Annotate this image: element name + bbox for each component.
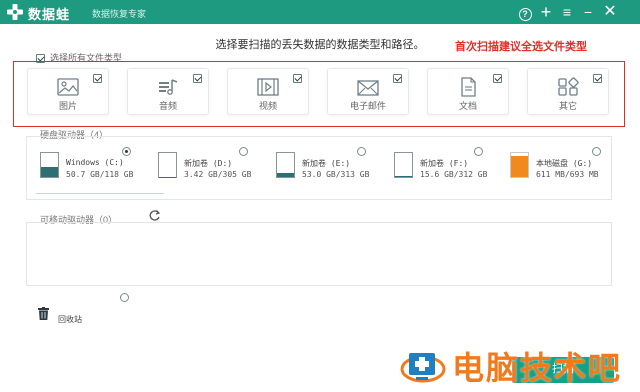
drive-icon xyxy=(276,152,295,178)
drive-size: 50.7 GB/118 GB xyxy=(66,170,134,179)
file-type-label: 图片 xyxy=(58,101,77,111)
audio-icon xyxy=(159,79,178,95)
email-icon xyxy=(357,80,379,96)
drive-c[interactable]: Windows (C:) 50.7 GB/118 GB xyxy=(30,148,164,194)
file-type-checkbox[interactable] xyxy=(93,74,102,83)
drive-usage-fill xyxy=(41,166,58,177)
recycle-bin-radio[interactable] xyxy=(120,293,129,302)
drive-name: 新加卷 (E:) xyxy=(302,159,351,168)
file-type-checkbox[interactable] xyxy=(493,74,502,83)
drive-icon xyxy=(394,152,413,178)
file-type-label: 其它 xyxy=(558,101,577,111)
plus-button[interactable]: + xyxy=(536,2,556,22)
drive-f[interactable]: 新加卷 (F:) 15.6 GB/312 GB xyxy=(384,148,504,190)
file-type-checkbox[interactable] xyxy=(393,74,402,83)
trash-icon[interactable] xyxy=(38,307,49,320)
drive-icon xyxy=(510,152,529,178)
video-icon xyxy=(257,78,279,96)
file-type-email[interactable]: 电子邮件 xyxy=(327,68,409,115)
help-icon: ? xyxy=(518,8,532,21)
help-button[interactable]: ? xyxy=(515,2,535,22)
file-type-other[interactable]: 其它 xyxy=(527,68,609,115)
file-type-document[interactable]: 文档 xyxy=(427,68,509,115)
app-logo-icon xyxy=(7,4,23,20)
removable-drives-panel xyxy=(26,222,612,286)
drive-e-radio[interactable] xyxy=(357,147,366,156)
app-name: 数据蛙 xyxy=(28,7,71,22)
drive-icon xyxy=(158,152,177,178)
drive-d-radio[interactable] xyxy=(239,147,248,156)
app-subtitle: 数据恢复专家 xyxy=(92,9,147,19)
file-type-label: 电子邮件 xyxy=(349,101,386,111)
drive-g-radio[interactable] xyxy=(592,147,601,156)
drive-usage-fill xyxy=(395,175,412,177)
recycle-bin-label: 回收站 xyxy=(58,315,82,324)
drive-name: Windows (C:) xyxy=(66,158,124,167)
watermark-text: 电脑技术吧 xyxy=(452,350,623,386)
drive-usage-fill xyxy=(511,155,528,177)
drive-f-radio[interactable] xyxy=(474,147,483,156)
menu-button[interactable]: ≡ xyxy=(557,2,577,22)
title-bar: 数据蛙 数据恢复专家 ? + ≡ − ✕ xyxy=(0,0,640,24)
minimize-button[interactable]: − xyxy=(578,2,598,22)
file-type-label: 文档 xyxy=(458,101,477,111)
file-type-checkbox[interactable] xyxy=(593,74,602,83)
refresh-icon[interactable] xyxy=(148,209,161,222)
drive-usage-fill xyxy=(277,172,294,177)
drive-icon xyxy=(40,152,59,178)
drive-size: 15.6 GB/312 GB xyxy=(420,170,488,179)
drive-d[interactable]: 新加卷 (D:) 3.42 GB/305 GB xyxy=(148,148,268,190)
drive-g[interactable]: 本地磁盘 (G:) 611 MB/693 MB xyxy=(500,148,620,190)
drive-size: 611 MB/693 MB xyxy=(536,170,599,179)
drive-name: 新加卷 (D:) xyxy=(184,159,233,168)
drive-name: 本地磁盘 (G:) xyxy=(536,159,593,168)
file-type-label: 音频 xyxy=(158,101,177,111)
file-type-video[interactable]: 视频 xyxy=(227,68,309,115)
file-type-label: 视频 xyxy=(258,101,277,111)
watermark-logo-icon xyxy=(400,353,446,383)
document-icon xyxy=(461,77,476,97)
file-type-checkbox[interactable] xyxy=(293,74,302,83)
other-icon xyxy=(558,77,579,96)
drive-c-radio[interactable] xyxy=(122,147,131,156)
drive-size: 3.42 GB/305 GB xyxy=(184,170,252,179)
file-type-checkbox[interactable] xyxy=(193,74,202,83)
file-type-image[interactable]: 图片 xyxy=(27,68,109,115)
file-type-audio[interactable]: 音频 xyxy=(127,68,209,115)
drive-e[interactable]: 新加卷 (E:) 53.0 GB/313 GB xyxy=(266,148,386,190)
drive-name: 新加卷 (F:) xyxy=(420,159,469,168)
image-icon xyxy=(57,78,79,96)
drive-size: 53.0 GB/313 GB xyxy=(302,170,370,179)
annotation-text: 首次扫描建议全选文件类型 xyxy=(455,41,587,53)
close-button[interactable]: ✕ xyxy=(600,2,620,22)
